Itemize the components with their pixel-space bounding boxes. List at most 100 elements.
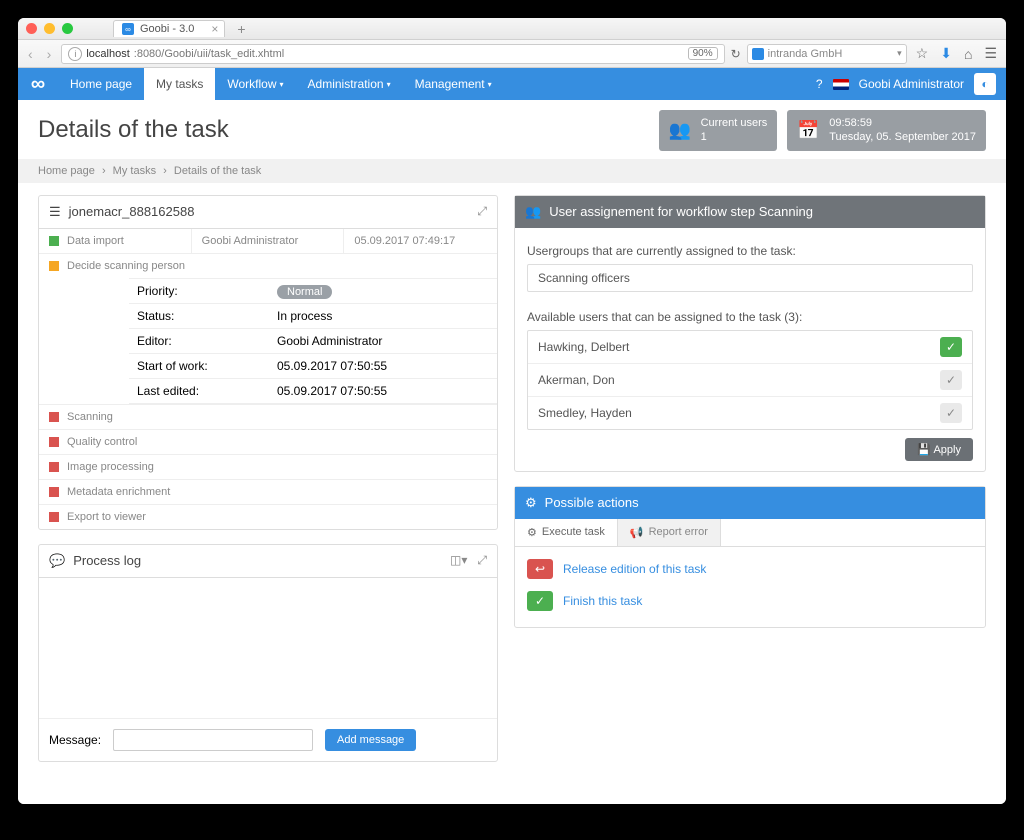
browser-tab[interactable]: ∞ Goobi - 3.0 × [113, 20, 225, 37]
calendar-icon: 📅 [797, 120, 819, 141]
info-icon[interactable]: i [68, 47, 82, 61]
forward-icon[interactable]: › [43, 46, 56, 62]
finish-link[interactable]: Finish this task [563, 594, 642, 608]
nav-workflow[interactable]: Workflow▾ [215, 68, 295, 100]
step-row-quality[interactable]: Quality control [39, 429, 497, 454]
apply-button[interactable]: 💾 Apply [905, 438, 973, 461]
columns-icon[interactable]: ◫▾ [450, 553, 467, 568]
maximize-window-icon[interactable] [62, 23, 73, 34]
download-icon[interactable]: ⬇ [937, 45, 955, 62]
possible-actions-panel: ⚙ Possible actions ⚙ Execute task 📢 Repo… [514, 486, 986, 628]
step-row-data-import[interactable]: Data import Goobi Administrator 05.09.20… [39, 229, 497, 253]
header-time: 09:58:59 [829, 116, 976, 130]
task-steps: Data import Goobi Administrator 05.09.20… [39, 229, 497, 529]
mac-titlebar: ∞ Goobi - 3.0 × + [18, 18, 1006, 40]
collapse-icon[interactable]: ⤢ [477, 204, 487, 219]
user-avatar-icon[interactable]: ◐ [974, 73, 996, 95]
gear-icon: ⚙ [525, 495, 537, 511]
back-icon[interactable]: ‹ [24, 46, 37, 62]
users-icon: 👥 [525, 204, 541, 220]
priority-badge: Normal [277, 285, 332, 299]
users-icon: 👥 [669, 120, 691, 141]
task-panel-header: ☰ jonemacr_888162588 ⤢ [39, 196, 497, 229]
zoom-level[interactable]: 90% [688, 47, 718, 60]
page-title: Details of the task [38, 116, 229, 144]
close-tab-icon[interactable]: × [211, 22, 218, 36]
language-flag-icon[interactable] [833, 79, 849, 90]
step-row-metadata[interactable]: Metadata enrichment [39, 479, 497, 504]
actions-title: Possible actions [545, 495, 639, 510]
action-finish[interactable]: ✓ Finish this task [515, 585, 985, 617]
user-row: Hawking, Delbert ✓ [528, 331, 972, 363]
user-assignment-panel: 👥 User assignement for workflow step Sca… [514, 195, 986, 472]
step-row-image[interactable]: Image processing [39, 454, 497, 479]
step-row-scanning[interactable]: Scanning [39, 404, 497, 429]
nav-management[interactable]: Management▾ [403, 68, 504, 100]
log-footer: Message: Add message [39, 718, 497, 761]
assignment-title: User assignement for workflow step Scann… [549, 204, 813, 219]
user-name: Akerman, Don [538, 373, 615, 387]
menu-icon[interactable]: ☰ [981, 45, 1000, 62]
status-square-icon [49, 412, 59, 422]
message-input[interactable] [113, 729, 313, 751]
action-release[interactable]: ↩ Release edition of this task [515, 553, 985, 585]
browser-window: ∞ Goobi - 3.0 × + ‹ › i localhost:8080/G… [18, 18, 1006, 804]
assign-check-icon[interactable]: ✓ [940, 337, 962, 357]
step-row-decide[interactable]: Decide scanning person [39, 253, 497, 278]
task-panel: ☰ jonemacr_888162588 ⤢ Data import Goobi… [38, 195, 498, 530]
user-name: Smedley, Hayden [538, 406, 632, 420]
logo-icon[interactable]: ∞ [18, 73, 58, 96]
close-window-icon[interactable] [26, 23, 37, 34]
status-square-icon [49, 462, 59, 472]
search-placeholder: intranda GmbH [768, 48, 843, 60]
minimize-window-icon[interactable] [44, 23, 55, 34]
assign-check-icon[interactable]: ✓ [940, 370, 962, 390]
address-bar[interactable]: i localhost:8080/Goobi/uii/task_edit.xht… [61, 44, 724, 64]
assignment-body: Usergroups that are currently assigned t… [515, 228, 985, 471]
nav-mytasks[interactable]: My tasks [144, 68, 215, 100]
reload-icon[interactable]: ↻ [731, 47, 741, 61]
log-panel-header: 💬 Process log ◫▾ ⤢ [39, 545, 497, 578]
log-title: Process log [73, 553, 141, 568]
task-id: jonemacr_888162588 [69, 204, 195, 219]
current-users-card[interactable]: 👥 Current users 1 [659, 110, 778, 151]
bookmark-icon[interactable]: ☆ [913, 45, 932, 62]
status-square-icon [49, 437, 59, 447]
home-icon[interactable]: ⌂ [961, 46, 975, 62]
left-column: ☰ jonemacr_888162588 ⤢ Data import Goobi… [38, 195, 498, 762]
tab-report-error[interactable]: 📢 Report error [618, 519, 721, 546]
detail-v-edited: 05.09.2017 07:50:55 [269, 379, 497, 403]
log-body [39, 578, 497, 718]
release-link[interactable]: Release edition of this task [563, 562, 706, 576]
nav-home[interactable]: Home page [58, 68, 144, 100]
gear-icon: ⚙ [527, 526, 537, 539]
breadcrumb-current: Details of the task [174, 165, 261, 177]
header-date: Tuesday, 05. September 2017 [829, 130, 976, 144]
expand-icon[interactable]: ⤢ [477, 553, 487, 568]
status-square-icon [49, 512, 59, 522]
tab-execute[interactable]: ⚙ Execute task [515, 519, 618, 546]
current-user[interactable]: Goobi Administrator [859, 77, 964, 91]
window-controls [26, 23, 73, 34]
add-message-button[interactable]: Add message [325, 729, 416, 751]
help-icon[interactable]: ? [816, 77, 823, 91]
detail-k-edited: Last edited: [129, 379, 269, 403]
new-tab-button[interactable]: + [231, 21, 251, 37]
megaphone-icon: 📢 [630, 526, 644, 539]
app-viewport: ∞ Home page My tasks Workflow▾ Administr… [18, 68, 1006, 804]
chevron-down-icon: ▾ [897, 48, 902, 59]
detail-k-status: Status: [129, 304, 269, 328]
usergroup-item[interactable]: Scanning officers [527, 264, 973, 292]
list-icon: ☰ [49, 204, 61, 220]
nav-admin[interactable]: Administration▾ [296, 68, 403, 100]
url-path: :8080/Goobi/uii/task_edit.xhtml [134, 48, 284, 60]
search-box[interactable]: intranda GmbH ▾ [747, 44, 907, 64]
page-header: Details of the task 👥 Current users 1 📅 … [18, 100, 1006, 159]
breadcrumb-mytasks[interactable]: My tasks [113, 165, 156, 177]
breadcrumb-home[interactable]: Home page [38, 165, 95, 177]
assign-check-icon[interactable]: ✓ [940, 403, 962, 423]
chevron-down-icon: ▾ [280, 80, 284, 89]
available-users-table: Hawking, Delbert ✓ Akerman, Don ✓ Smedle… [527, 330, 973, 430]
step-row-export[interactable]: Export to viewer [39, 504, 497, 529]
breadcrumb: Home page › My tasks › Details of the ta… [18, 159, 1006, 183]
